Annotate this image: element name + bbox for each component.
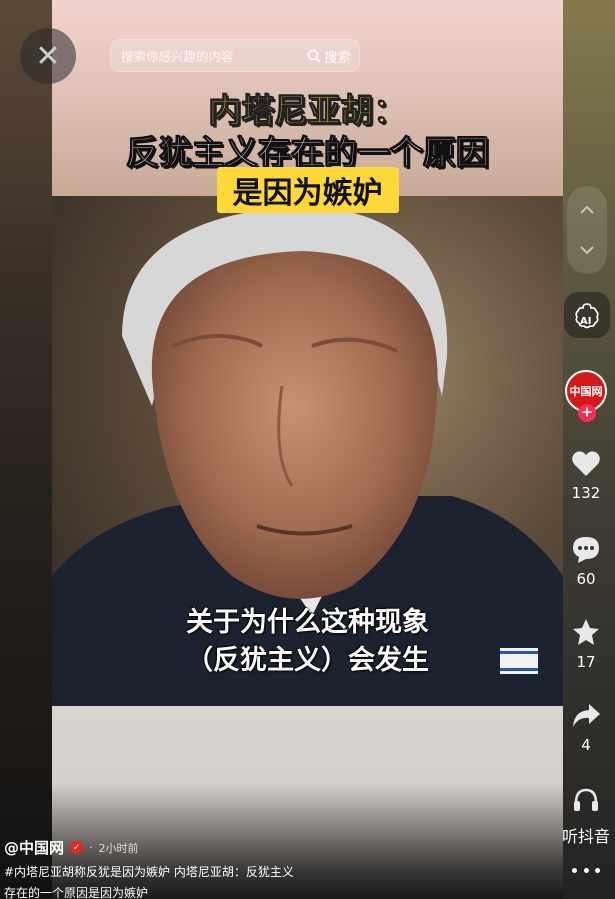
favorite-button[interactable]: 17 xyxy=(563,617,609,671)
search-input[interactable]: 搜索你感兴趣的内容 xyxy=(121,46,234,65)
subtitle-line-1: 关于为什么这种现象 xyxy=(186,607,429,638)
chevron-down-icon xyxy=(580,246,594,255)
search-icon xyxy=(307,49,321,63)
video-title-line-1: 内塔尼亚胡： xyxy=(208,91,407,131)
ai-label: AI xyxy=(580,316,592,327)
headphones-icon xyxy=(574,788,598,811)
star-icon xyxy=(573,619,599,645)
listen-label: 听抖音 xyxy=(561,827,610,846)
video-switcher xyxy=(567,186,607,274)
close-button[interactable]: ✕ xyxy=(20,28,76,84)
share-icon xyxy=(573,704,600,727)
verified-badge-icon: ✓ xyxy=(70,841,84,854)
follow-button[interactable]: + xyxy=(578,404,596,422)
heart-icon xyxy=(572,451,600,476)
separator-dot: · xyxy=(89,841,93,854)
like-button[interactable]: 132 xyxy=(563,450,609,502)
like-count: 132 xyxy=(571,484,601,502)
ai-button[interactable] xyxy=(564,292,610,338)
author-name[interactable]: @中国网 xyxy=(4,837,64,858)
share-button[interactable]: 4 xyxy=(563,702,609,754)
next-video-button[interactable] xyxy=(567,230,607,270)
comment-icon xyxy=(573,537,599,563)
listen-button[interactable] xyxy=(563,786,609,814)
subtitle-line-2: （反犹主义）会发生 xyxy=(186,645,429,676)
share-count: 4 xyxy=(581,736,591,754)
video-player[interactable]: ✕ 搜索你感兴趣的内容 搜索 内塔尼亚胡： 反犹主义存在的一个原因 是因为嫉妒 … xyxy=(0,0,615,899)
search-bar[interactable]: 搜索你感兴趣的内容 搜索 xyxy=(110,39,360,72)
comment-count: 60 xyxy=(576,570,596,588)
comment-button[interactable]: 60 xyxy=(563,534,609,588)
post-description[interactable]: #内塔尼亚胡称反犹是因为嫉妒 内塔尼亚胡：反犹主义存在的一个原因是因为嫉妒 xyxy=(4,862,299,899)
avatar-text: 中国网 xyxy=(569,385,603,398)
previous-video-button[interactable] xyxy=(567,190,607,230)
close-icon: ✕ xyxy=(35,38,61,74)
more-icon[interactable] xyxy=(572,860,600,880)
post-time: 2小时前 xyxy=(98,841,139,855)
search-button[interactable]: 搜索 xyxy=(307,46,351,66)
search-button-label: 搜索 xyxy=(324,49,351,66)
chevron-up-icon xyxy=(580,205,594,214)
favorite-count: 17 xyxy=(576,653,596,671)
author-row: @中国网 ✓ · 2小时前 xyxy=(4,837,139,858)
video-title-line-3: 是因为嫉妒 xyxy=(0,167,615,213)
